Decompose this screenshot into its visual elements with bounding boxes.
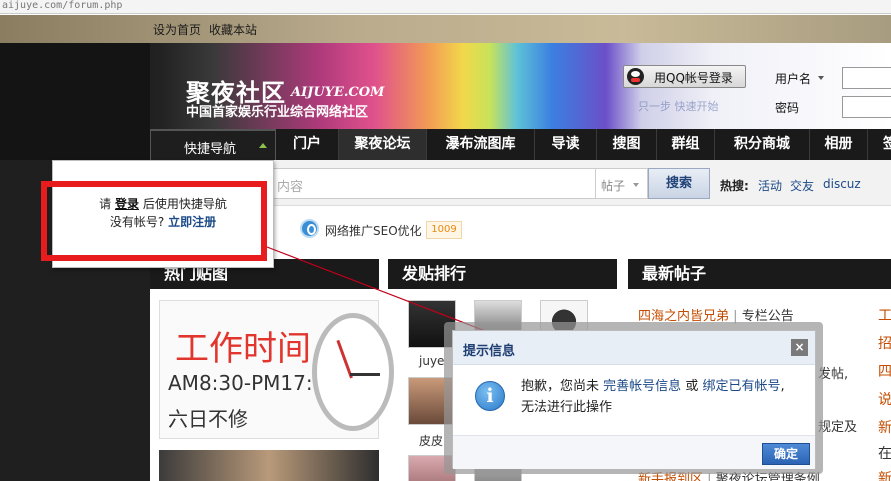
- search-placeholder: 内容: [277, 180, 304, 195]
- side-fragment[interactable]: 在: [878, 443, 891, 463]
- ok-button[interactable]: 确定: [762, 443, 810, 465]
- dialog-title: 提示信息: [463, 344, 516, 359]
- top-strip: 设为首页 收藏本站: [0, 15, 891, 43]
- hot-pic-photo[interactable]: [159, 450, 379, 481]
- caret-up-icon: [259, 143, 267, 148]
- site-logo-en: AIJUYE.COM: [291, 85, 385, 100]
- quick-start-links[interactable]: 只一步 快速开始: [638, 98, 719, 114]
- qq-login-button[interactable]: 用QQ帐号登录: [623, 65, 746, 88]
- hot-search-link[interactable]: discuz: [823, 177, 861, 191]
- seo-link[interactable]: 网络推广SEO优化: [325, 222, 422, 239]
- rank-username[interactable]: 皮皮: [419, 432, 443, 449]
- password-input[interactable]: [842, 96, 891, 118]
- dialog-text: 抱歉，您尚未: [521, 379, 600, 394]
- nav-search-pics[interactable]: 搜图: [597, 129, 657, 160]
- address-text: aijuye.com/forum.php: [2, 0, 123, 11]
- post-rank-header: 发贴排行: [388, 259, 617, 289]
- side-fragment[interactable]: 说: [878, 389, 891, 409]
- nav-portal[interactable]: 门户: [276, 129, 339, 160]
- search-type-label: 帖子: [601, 179, 626, 193]
- qq-login-label: 用QQ帐号登录: [654, 71, 733, 85]
- set-home-link[interactable]: 设为首页: [153, 21, 201, 38]
- complete-account-link[interactable]: 完善帐号信息: [603, 379, 681, 394]
- seo-count-badge: 1009: [426, 221, 462, 239]
- username-input[interactable]: [842, 67, 891, 89]
- clock-hand-hour: [350, 373, 380, 376]
- site-slogan: 中国首家娱乐行业综合网络社区: [186, 105, 369, 120]
- username-label: 用户名: [775, 72, 812, 86]
- side-fragment[interactable]: 招: [878, 333, 891, 353]
- seo-link-icon: [300, 219, 319, 238]
- search-button[interactable]: 搜索: [648, 168, 710, 199]
- search-input[interactable]: 内容: [270, 168, 596, 199]
- nav-forum[interactable]: 聚夜论坛: [339, 129, 427, 160]
- close-icon[interactable]: ×: [791, 339, 808, 356]
- nav-waterfall[interactable]: 瀑布流图库: [427, 129, 535, 160]
- bind-account-link[interactable]: 绑定已有帐号: [702, 379, 780, 394]
- bookmark-link[interactable]: 收藏本站: [209, 21, 257, 38]
- main-nav: 快捷导航 门户 聚夜论坛 瀑布流图库 导读 搜图 群组 积分商城 相册 签: [0, 129, 891, 160]
- password-label: 密码: [775, 101, 800, 115]
- image-text-closed: 六日不修: [168, 407, 248, 431]
- side-fragment[interactable]: 新: [878, 417, 891, 437]
- nav-signin[interactable]: 签: [868, 129, 891, 160]
- hot-search-label: 热搜:: [720, 179, 749, 193]
- dialog-text: 无法进行此操作: [521, 400, 613, 415]
- chevron-down-icon: [633, 183, 639, 187]
- hot-search-link[interactable]: 活动: [758, 177, 782, 194]
- address-bar[interactable]: aijuye.com/forum.php: [0, 0, 891, 14]
- dialog-header: 提示信息 ×: [453, 331, 815, 365]
- image-text-title: 工作时间: [175, 329, 311, 369]
- dialog-body: 提示信息 × i 抱歉，您尚未 完善帐号信息 或 绑定已有帐号, 无法进行此操作…: [452, 330, 816, 469]
- chevron-down-icon[interactable]: [818, 76, 824, 80]
- dialog-footer: [453, 435, 815, 469]
- highlight-box: [41, 181, 267, 261]
- nav-left-block: [0, 129, 150, 160]
- quick-nav-label: 快捷导航: [184, 142, 237, 157]
- clock-icon: [312, 313, 394, 431]
- side-fragment[interactable]: 四: [878, 361, 891, 381]
- banner-shade: [0, 43, 150, 129]
- nav-points-mall[interactable]: 积分商城: [715, 129, 810, 160]
- rank-username[interactable]: juye: [419, 354, 444, 368]
- dialog-text: 或: [685, 379, 699, 394]
- hot-search-link[interactable]: 交友: [790, 177, 814, 194]
- dialog-text: ,: [780, 379, 785, 394]
- nav-album[interactable]: 相册: [810, 129, 868, 160]
- side-fragment[interactable]: 新: [878, 468, 891, 481]
- qq-penguin-icon: [627, 68, 644, 85]
- new-posts-header: 最新帖子: [628, 259, 891, 289]
- nav-groups[interactable]: 群组: [657, 129, 715, 160]
- quick-nav-toggle[interactable]: 快捷导航: [150, 129, 276, 160]
- notice-dialog: 提示信息 × i 抱歉，您尚未 完善帐号信息 或 绑定已有帐号, 无法进行此操作…: [444, 322, 823, 474]
- search-type-select[interactable]: 帖子: [596, 168, 648, 199]
- hot-pic-work-hours[interactable]: 工作时间 AM8:30-PM17:50 六日不修: [159, 300, 394, 439]
- header-banner: 聚夜社区 AIJUYE.COM 中国首家娱乐行业综合网络社区 用QQ帐号登录 只…: [0, 43, 891, 129]
- info-icon: i: [475, 381, 505, 411]
- post-fragment[interactable]: 规定及: [818, 416, 857, 435]
- dialog-message: 抱歉，您尚未 完善帐号信息 或 绑定已有帐号, 无法进行此操作: [521, 376, 807, 418]
- side-fragment[interactable]: 工: [878, 305, 891, 325]
- nav-guide[interactable]: 导读: [535, 129, 597, 160]
